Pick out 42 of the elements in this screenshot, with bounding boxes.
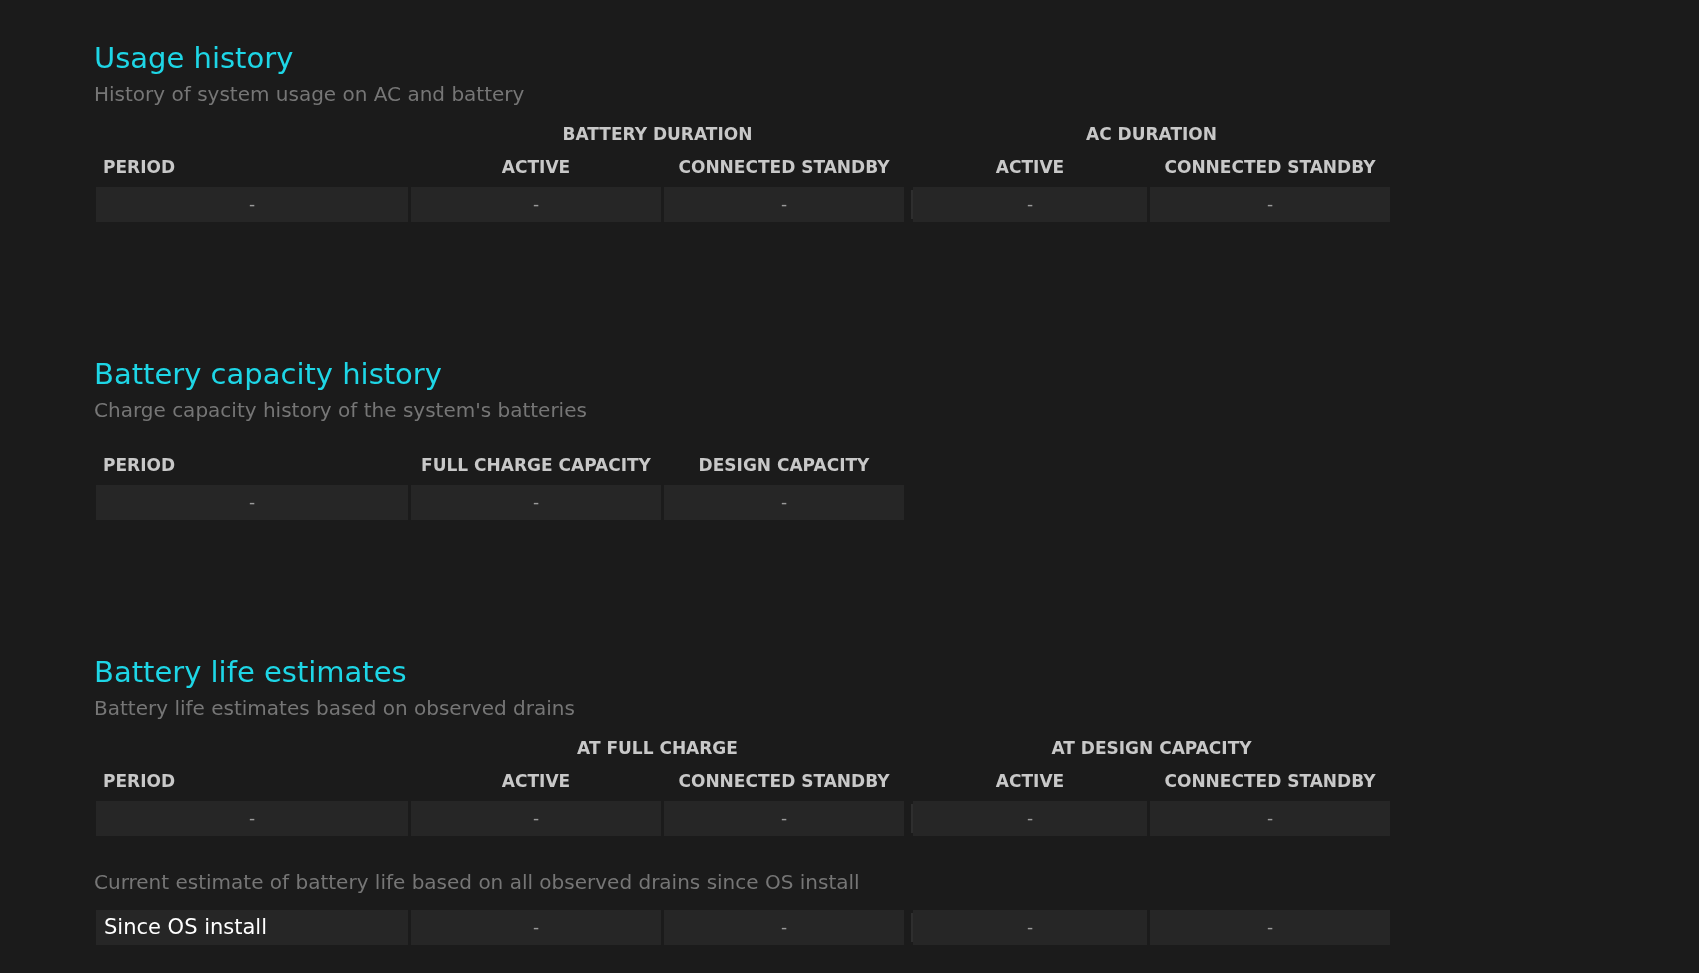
table-cell: - <box>411 801 661 836</box>
table-cell: - <box>913 187 1147 222</box>
table-cell: - <box>664 187 904 222</box>
table-cell: - <box>664 801 904 836</box>
table-cell: - <box>411 485 661 520</box>
column-header: PERIOD <box>103 455 176 475</box>
table-cell: - <box>913 910 1147 945</box>
table-cell: - <box>1150 801 1390 836</box>
column-header: PERIOD <box>103 157 176 177</box>
column-header: CONNECTED STANDBY <box>1164 771 1376 791</box>
section-subtitle: Battery life estimates based on observed drains <box>94 695 576 722</box>
column-group-header: AT DESIGN CAPACITY <box>1051 738 1252 758</box>
section-title: Battery capacity history <box>94 356 442 393</box>
column-header: ACTIVE <box>995 771 1065 791</box>
table-cell: - <box>96 801 408 836</box>
section-title: Battery life estimates <box>94 654 407 691</box>
table-cell: - <box>96 187 408 222</box>
section-subtitle: History of system usage on AC and battery <box>94 81 526 108</box>
table-cell: - <box>1150 910 1390 945</box>
column-group-header: BATTERY DURATION <box>562 124 753 144</box>
table-cell: - <box>913 801 1147 836</box>
column-header: DESIGN CAPACITY <box>698 455 870 475</box>
table-cell: - <box>1150 187 1390 222</box>
column-header: ACTIVE <box>501 157 571 177</box>
table-cell: - <box>664 910 904 945</box>
table-cell: - <box>664 485 904 520</box>
table-cell: Since OS install <box>96 910 408 945</box>
column-header: CONNECTED STANDBY <box>678 157 890 177</box>
column-group-header: AT FULL CHARGE <box>577 738 738 758</box>
section-title: Usage history <box>94 40 294 77</box>
column-header: ACTIVE <box>995 157 1065 177</box>
column-header: FULL CHARGE CAPACITY <box>421 455 651 475</box>
column-header: ACTIVE <box>501 771 571 791</box>
table-cell: - <box>411 910 661 945</box>
column-header: CONNECTED STANDBY <box>678 771 890 791</box>
table-cell: - <box>411 187 661 222</box>
column-header: PERIOD <box>103 771 176 791</box>
column-header: CONNECTED STANDBY <box>1164 157 1376 177</box>
section-subtitle: Charge capacity history of the system's batteries <box>94 397 588 424</box>
table-note: Current estimate of battery life based on all observed drains since OS install <box>94 869 861 896</box>
column-group-header: AC DURATION <box>1086 124 1217 144</box>
table-cell: - <box>96 485 408 520</box>
